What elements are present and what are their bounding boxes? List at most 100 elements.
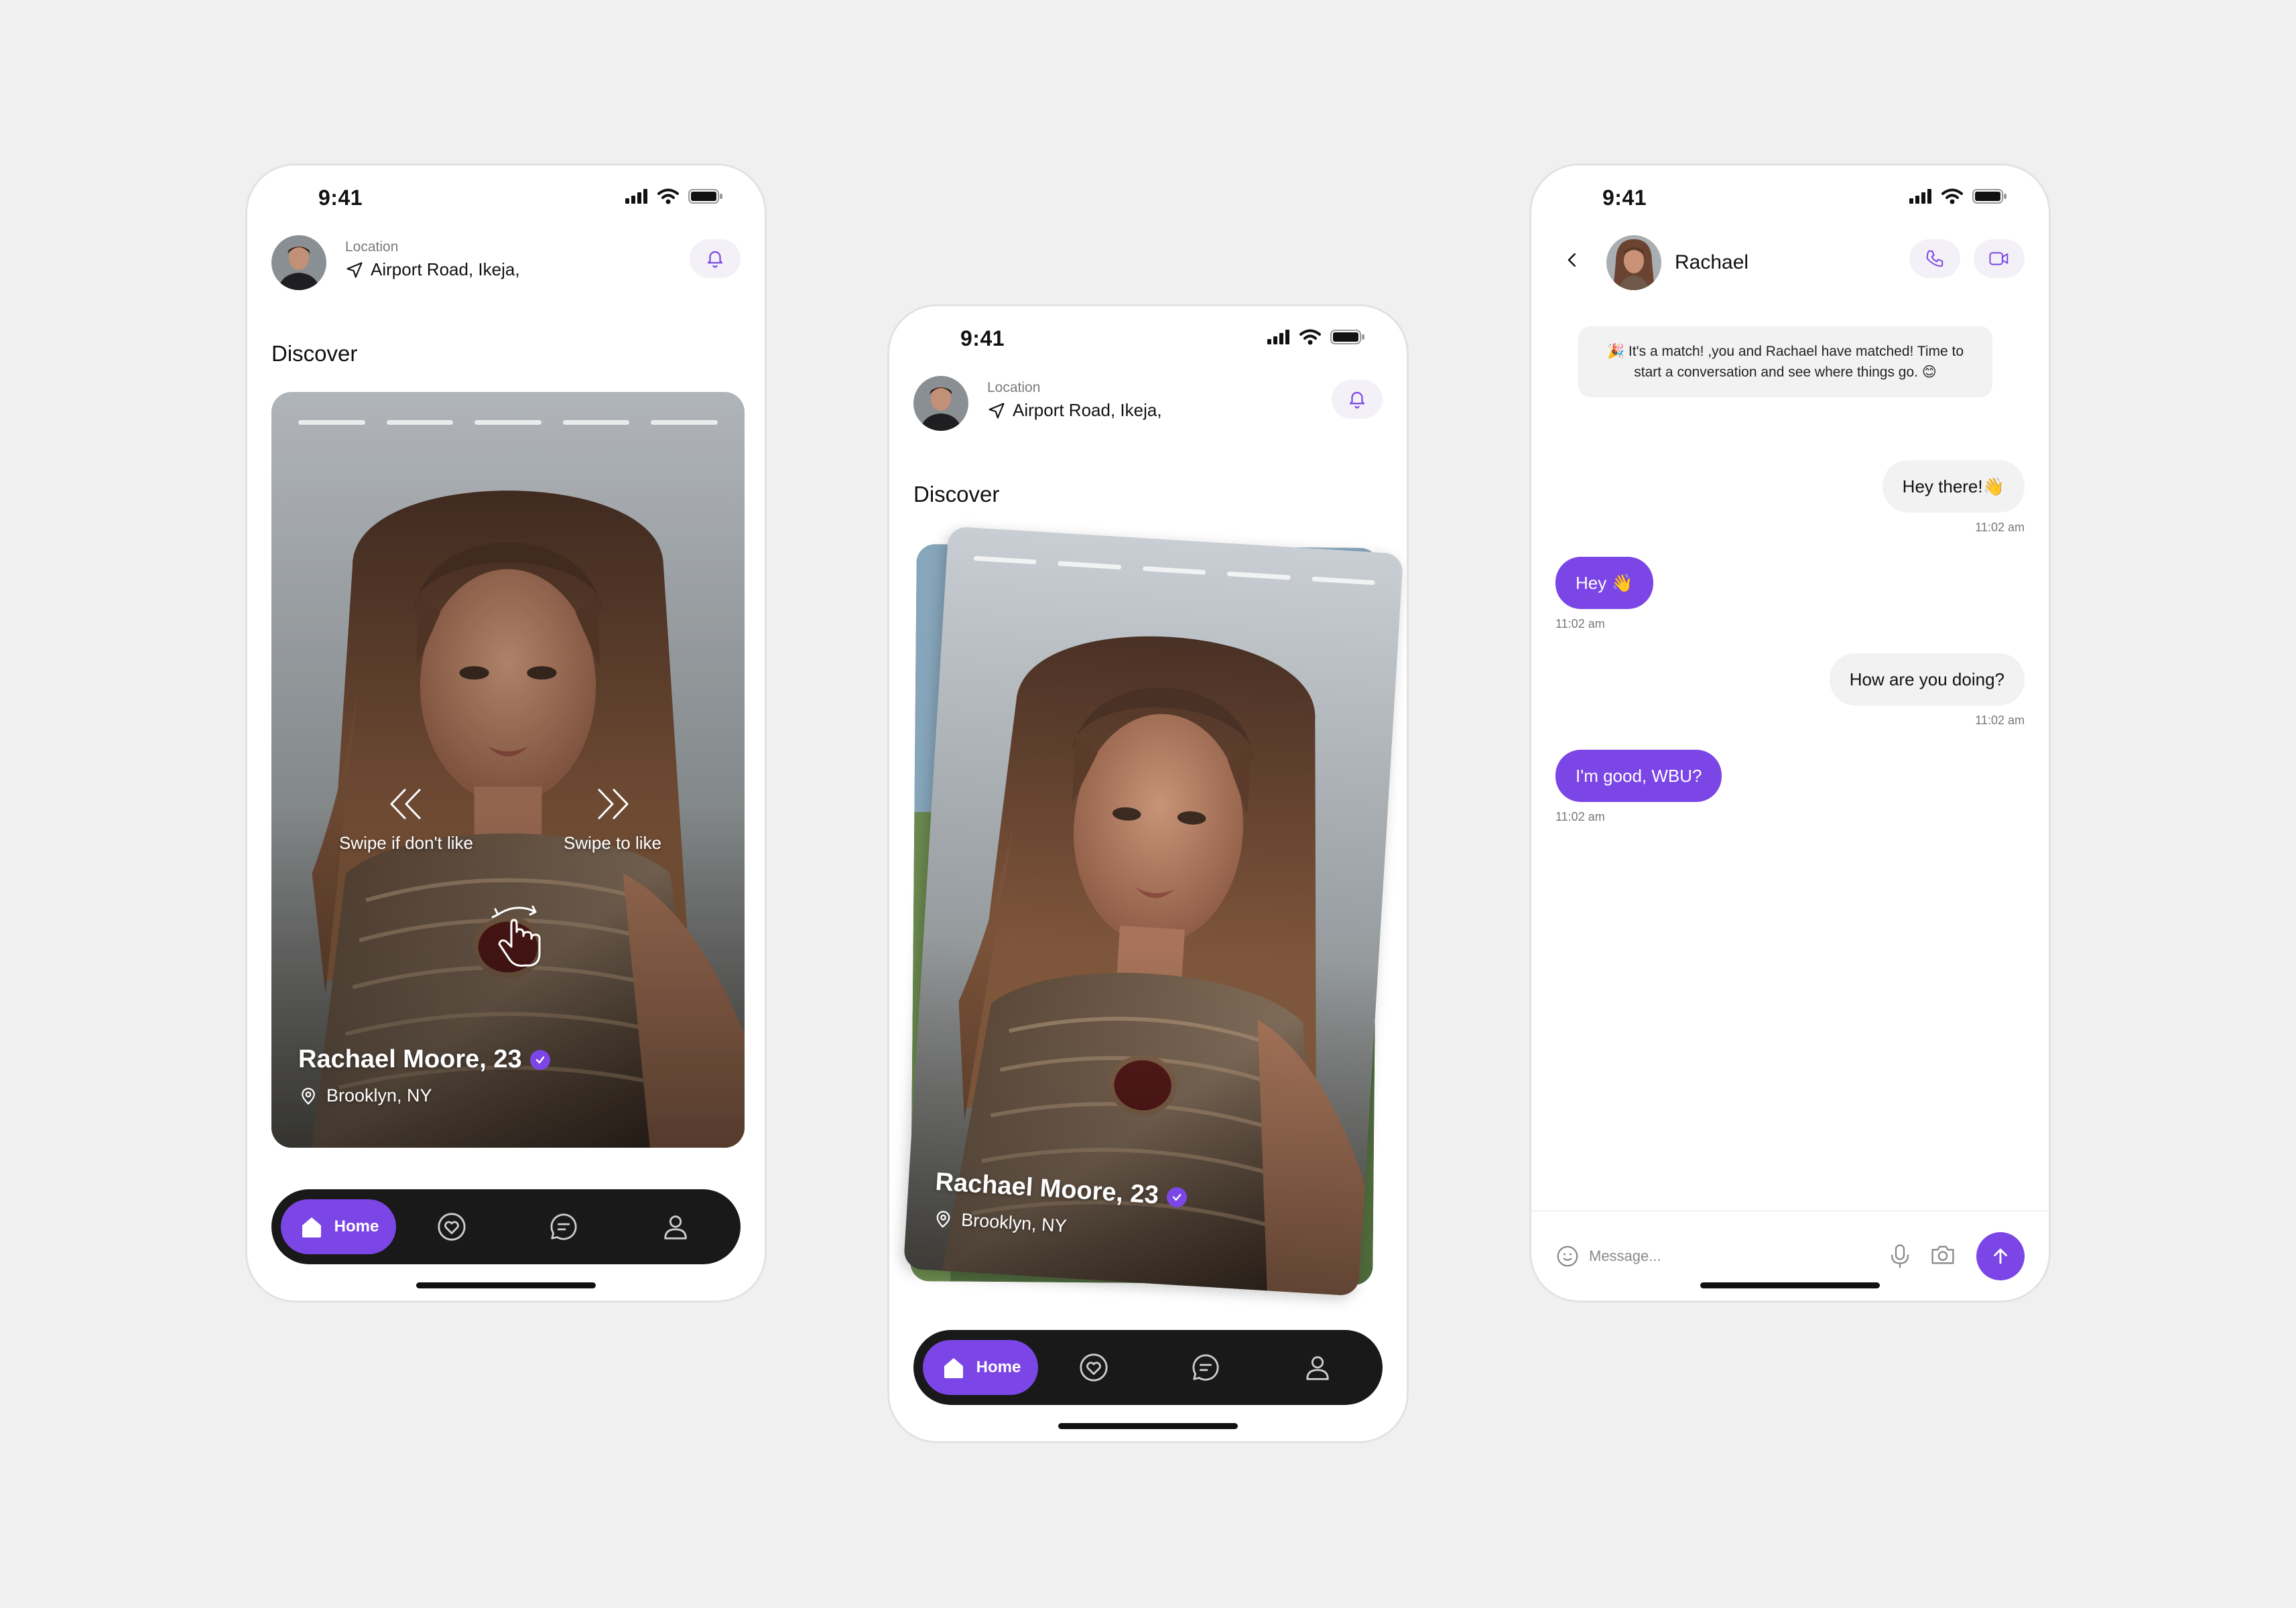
discover-title: Discover [913, 482, 1000, 507]
location-label: Location [345, 239, 399, 255]
nav-messages-button[interactable] [508, 1211, 620, 1242]
camera-icon[interactable] [1929, 1242, 1956, 1268]
bottom-nav: Home [271, 1189, 741, 1264]
discover-title: Discover [271, 341, 358, 366]
location-header: Location Airport Road, Ikeja, [913, 373, 1383, 433]
message-bubble-received[interactable]: I'm good, WBU? [1555, 750, 1722, 802]
status-time: 9:41 [1602, 186, 1647, 210]
nav-home-button[interactable]: Home [281, 1199, 396, 1254]
battery-icon [688, 189, 722, 204]
swipe-left-label: Swipe if don't like [338, 833, 474, 853]
double-chevron-right-icon [598, 789, 629, 819]
status-time: 9:41 [960, 326, 1005, 350]
profile-photo [271, 392, 745, 1148]
status-bar: 9:41 [889, 320, 1407, 357]
home-indicator [416, 1282, 596, 1288]
location-selector[interactable]: Airport Road, Ikeja, [345, 259, 520, 280]
message-bubble-sent[interactable]: Hey there!👋 [1882, 460, 2025, 513]
profile-name: Rachael Moore, 23 [298, 1045, 522, 1073]
video-call-button[interactable] [1974, 239, 2025, 278]
microphone-icon[interactable] [1888, 1243, 1912, 1270]
notifications-button[interactable] [690, 239, 741, 278]
chat-icon [550, 1213, 577, 1240]
discover-screen-swipe: 9:41 Location Airport Road, Ikeja, Disco… [887, 304, 1409, 1443]
bell-icon [707, 251, 723, 268]
home-indicator [1058, 1423, 1238, 1429]
home-icon [944, 1358, 963, 1378]
message-timestamp: 11:02 am [1555, 617, 1605, 630]
profile-location: Brooklyn, NY [326, 1085, 432, 1106]
status-bar: 9:41 [1531, 179, 2049, 216]
wifi-icon [1941, 188, 1963, 204]
location-selector[interactable]: Airport Road, Ikeja, [987, 400, 1162, 421]
battery-icon [1972, 189, 2006, 204]
nav-profile-button[interactable] [1261, 1352, 1373, 1383]
wifi-icon [1299, 329, 1321, 345]
message-bubble-received[interactable]: Hey 👋 [1555, 557, 1653, 609]
phone-icon [1926, 250, 1943, 267]
card-stack: Rachael Moore, 23 Brooklyn, NY [913, 533, 1387, 1296]
location-label: Location [987, 380, 1041, 395]
photo-progress [298, 420, 718, 425]
chat-screen: 9:41 Rachael 🎉 It's a match! ,you and Ra… [1529, 163, 2051, 1302]
location-header: Location Airport Road, Ikeja, [271, 232, 741, 293]
cellular-signal-icon [625, 189, 647, 204]
nav-home-label: Home [334, 1217, 379, 1235]
nav-messages-button[interactable] [1150, 1352, 1262, 1383]
nav-profile-button[interactable] [619, 1211, 731, 1242]
status-time: 9:41 [318, 186, 363, 210]
bell-icon [1349, 391, 1365, 409]
progress-segment [474, 420, 541, 425]
voice-call-button[interactable] [1909, 239, 1960, 278]
navigation-arrow-icon [346, 261, 363, 278]
heart-icon [438, 1213, 466, 1241]
nav-home-button[interactable]: Home [923, 1340, 1038, 1395]
progress-segment [651, 420, 718, 425]
back-arrow-icon[interactable] [1562, 250, 1582, 270]
bottom-nav: Home [913, 1330, 1383, 1405]
swipe-gesture-hand-icon [491, 905, 541, 967]
message-timestamp: 11:02 am [1555, 810, 1605, 823]
verified-badge-icon [1165, 1186, 1188, 1208]
navigation-arrow-icon [988, 402, 1005, 419]
notifications-button[interactable] [1332, 380, 1383, 419]
profile-card[interactable]: Rachael Moore, 23 Brooklyn, NY [903, 526, 1403, 1296]
emoji-icon[interactable] [1555, 1244, 1580, 1268]
home-indicator [1700, 1282, 1880, 1288]
nav-likes-button[interactable] [1038, 1352, 1150, 1383]
video-camera-icon [1989, 252, 2008, 265]
wifi-icon [657, 188, 679, 204]
heart-icon [1080, 1353, 1108, 1382]
progress-segment [386, 420, 454, 425]
user-avatar[interactable] [913, 376, 968, 431]
match-notice: 🎉 It's a match! ,you and Rachael have ma… [1578, 326, 1992, 397]
double-chevron-left-icon [390, 789, 421, 819]
nav-likes-button[interactable] [396, 1211, 508, 1242]
cellular-signal-icon [1909, 189, 1931, 204]
location-pin-icon [302, 1087, 315, 1105]
user-avatar[interactable] [271, 235, 326, 290]
message-timestamp: 11:02 am [1975, 714, 2025, 727]
battery-icon [1330, 330, 1364, 344]
profile-icon [663, 1215, 687, 1240]
message-bubble-sent[interactable]: How are you doing? [1829, 653, 2025, 706]
profile-location-row: Brooklyn, NY [298, 1085, 432, 1106]
progress-segment [562, 420, 630, 425]
profile-card[interactable]: Swipe if don't like Swipe to like Rachae… [271, 392, 745, 1148]
swipe-right-label: Swipe to like [564, 833, 661, 853]
send-button[interactable] [1976, 1232, 2025, 1280]
message-timestamp: 11:02 am [1975, 521, 2025, 534]
message-input[interactable] [1589, 1243, 1857, 1270]
profile-name-row: Rachael Moore, 23 [298, 1045, 550, 1074]
swipe-right-hint: Swipe to like [529, 787, 696, 854]
progress-segment [298, 420, 365, 425]
verified-badge-icon [529, 1049, 550, 1070]
arrow-up-icon [1994, 1248, 2007, 1264]
profile-icon [1305, 1356, 1329, 1380]
contact-avatar[interactable] [1606, 235, 1661, 290]
discover-screen-tutorial: 9:41 Location Airport Road, Ikeja, Disco… [245, 163, 767, 1302]
cellular-signal-icon [1267, 330, 1289, 344]
home-icon [302, 1217, 321, 1237]
nav-home-label: Home [976, 1358, 1021, 1376]
status-bar: 9:41 [247, 179, 765, 216]
